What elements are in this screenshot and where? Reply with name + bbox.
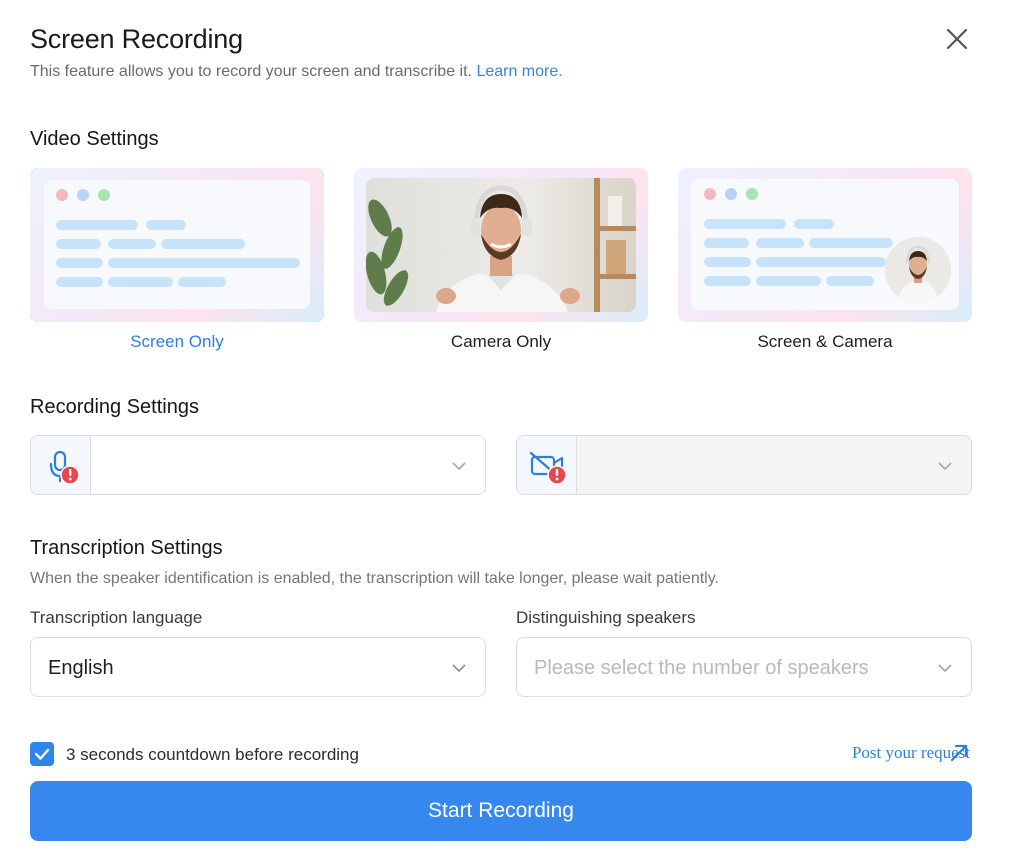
chevron-down-icon	[452, 664, 466, 673]
window-dot-blue	[725, 188, 737, 200]
speakers-select[interactable]: Please select the number of speakers	[516, 637, 972, 697]
camera-only-option[interactable]	[354, 168, 648, 322]
screen-and-camera-option[interactable]	[678, 168, 972, 322]
screen-only-option[interactable]	[30, 168, 324, 322]
arrow-up-right-icon[interactable]	[948, 742, 970, 764]
person-avatar-image	[885, 237, 951, 303]
window-dot-blue	[77, 189, 89, 201]
text-line	[756, 257, 886, 267]
chevron-down-icon	[938, 664, 952, 673]
window-dot-green	[746, 188, 758, 200]
camera-select[interactable]	[516, 435, 972, 495]
checkmark-icon	[34, 748, 50, 760]
subtitle-text: This feature allows you to record your s…	[30, 63, 472, 80]
language-select[interactable]: English	[30, 637, 486, 697]
microphone-warning-icon	[49, 450, 80, 485]
text-line	[146, 220, 186, 230]
text-line	[56, 258, 103, 268]
close-icon	[946, 28, 968, 50]
text-line	[704, 257, 751, 267]
text-line	[56, 277, 103, 287]
text-line	[108, 277, 173, 287]
countdown-label[interactable]: 3 seconds countdown before recording	[66, 745, 359, 765]
text-line	[108, 258, 300, 268]
chevron-down-icon	[938, 462, 952, 471]
window-dot-red	[56, 189, 68, 201]
camera-off-warning-icon	[529, 451, 567, 485]
text-line	[756, 238, 804, 248]
language-label: Transcription language	[30, 608, 203, 627]
screen-mockup	[44, 180, 310, 309]
text-line	[56, 220, 138, 230]
video-settings-heading: Video Settings	[30, 128, 159, 150]
start-recording-button[interactable]: Start Recording	[30, 781, 972, 841]
transcription-settings-heading: Transcription Settings	[30, 537, 223, 559]
camera-avatar	[885, 237, 951, 303]
countdown-checkbox[interactable]	[30, 742, 54, 766]
text-line	[161, 239, 245, 249]
chevron-down-icon	[452, 462, 466, 471]
window-dot-red	[704, 188, 716, 200]
text-line	[756, 276, 821, 286]
language-value: English	[48, 657, 114, 679]
window-dot-green	[98, 189, 110, 201]
microphone-select[interactable]	[30, 435, 486, 495]
speakers-placeholder: Please select the number of speakers	[534, 657, 869, 679]
camera-icon-box	[517, 436, 577, 494]
screen-only-label[interactable]: Screen Only	[30, 332, 324, 352]
text-line	[704, 276, 751, 286]
text-line	[704, 219, 786, 229]
text-line	[56, 239, 101, 249]
text-line	[178, 277, 226, 287]
dialog-title: Screen Recording	[30, 24, 243, 54]
screen-and-camera-label[interactable]: Screen & Camera	[678, 332, 972, 352]
microphone-icon-box	[31, 436, 91, 494]
dialog-subtitle: This feature allows you to record your s…	[30, 63, 563, 81]
camera-only-label[interactable]: Camera Only	[354, 332, 648, 352]
text-line	[809, 238, 893, 248]
close-button[interactable]	[942, 24, 972, 54]
person-with-headphones-image	[366, 178, 636, 312]
camera-preview-photo	[366, 178, 636, 312]
learn-more-link[interactable]: Learn more.	[476, 63, 562, 80]
text-line	[108, 239, 156, 249]
recording-settings-heading: Recording Settings	[30, 396, 199, 418]
speakers-label: Distinguishing speakers	[516, 608, 696, 627]
transcription-description: When the speaker identification is enabl…	[30, 570, 719, 587]
text-line	[794, 219, 834, 229]
text-line	[704, 238, 749, 248]
text-line	[826, 276, 874, 286]
